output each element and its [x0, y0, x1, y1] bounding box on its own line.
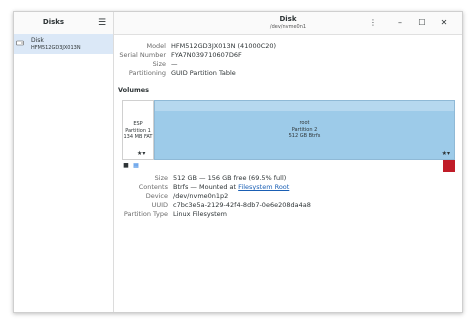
root-size: 512 GB Btrfs — [288, 133, 321, 139]
maximize-icon[interactable]: ☐ — [416, 17, 428, 29]
kebab-menu-icon[interactable]: ⋮ — [367, 17, 379, 29]
partitioning-value: GUID Partition Table — [171, 69, 236, 77]
disk-name: Disk — [31, 37, 44, 44]
minimize-icon[interactable]: – — [394, 17, 406, 29]
partition-root[interactable]: root Partition 2 512 GB Btrfs ★▾ — [154, 100, 455, 160]
disk-info: Model HFM512GD3JX013N (41000C20) Serial … — [114, 42, 454, 82]
model-label: Model — [146, 42, 166, 50]
vol-size-label: Size — [154, 174, 168, 182]
serial-label: Serial Number — [119, 51, 166, 59]
disk-drive-icon — [16, 40, 24, 46]
size-label: Size — [152, 60, 166, 68]
contents-text: Btrfs — Mounted at — [173, 183, 239, 191]
volume-info: Size 512 GB — 156 GB free (69.5% full) C… — [114, 174, 454, 224]
esp-size: 134 MB FAT — [123, 134, 153, 140]
main-header: Disk /dev/nvme0n1 ⋮ – ☐ ✕ — [114, 12, 462, 35]
sidebar-title: Disks — [42, 18, 65, 26]
size-value: — — [171, 60, 178, 68]
device-label: Device — [145, 192, 168, 200]
contents-label: Contents — [138, 183, 168, 191]
partition-type-label: Partition Type — [123, 210, 168, 218]
serial-value: FYA7N039710607D6F — [171, 51, 242, 59]
free-space-block[interactable] — [443, 160, 455, 172]
sidebar: Disks ☰ Disk HFM512GD3JX013N — [14, 12, 114, 312]
vol-size-value: 512 GB — 156 GB free (69.5% full) — [173, 174, 287, 182]
contents-value: Btrfs — Mounted at Filesystem Root — [173, 183, 289, 192]
main-panel: Disk /dev/nvme0n1 ⋮ – ☐ ✕ Model HFM512GD… — [114, 12, 462, 312]
model-value: HFM512GD3JX013N (41000C20) — [171, 42, 277, 50]
sidebar-header: Disks ☰ — [14, 12, 113, 35]
page-title: Disk — [279, 15, 297, 23]
volumes-heading: Volumes — [118, 86, 150, 94]
volume-toolbar: ■ ▦ — [122, 162, 142, 172]
partition-type-value: Linux Filesystem — [173, 210, 227, 218]
disk-model: HFM512GD3JX013N — [31, 45, 81, 51]
star-icon: ★▾ — [137, 150, 146, 157]
filesystem-root-link[interactable]: Filesystem Root — [238, 183, 289, 191]
star-icon: ★▾ — [441, 150, 450, 157]
partition-options-icon[interactable]: ▦ — [132, 162, 140, 170]
stop-icon[interactable]: ■ — [122, 162, 130, 170]
disks-window: Disks ☰ Disk HFM512GD3JX013N Disk /dev/n… — [13, 11, 463, 313]
sidebar-item-disk[interactable]: Disk HFM512GD3JX013N — [14, 34, 113, 54]
page-subtitle: /dev/nvme0n1 — [269, 24, 307, 30]
uuid-label: UUID — [151, 201, 168, 209]
device-value: /dev/nvme0n1p2 — [173, 192, 229, 200]
partition-esp[interactable]: ESP Partition 1 134 MB FAT ★▾ — [122, 100, 154, 160]
hamburger-icon[interactable]: ☰ — [96, 17, 108, 29]
partitioning-label: Partitioning — [128, 69, 166, 77]
close-icon[interactable]: ✕ — [438, 17, 450, 29]
partition-root-header — [155, 101, 454, 111]
uuid-value: c7bc3e5a-2129-42f4-8db7-0e6e208da4a8 — [173, 201, 311, 209]
volume-map: ESP Partition 1 134 MB FAT ★▾ root Parti… — [122, 100, 455, 172]
